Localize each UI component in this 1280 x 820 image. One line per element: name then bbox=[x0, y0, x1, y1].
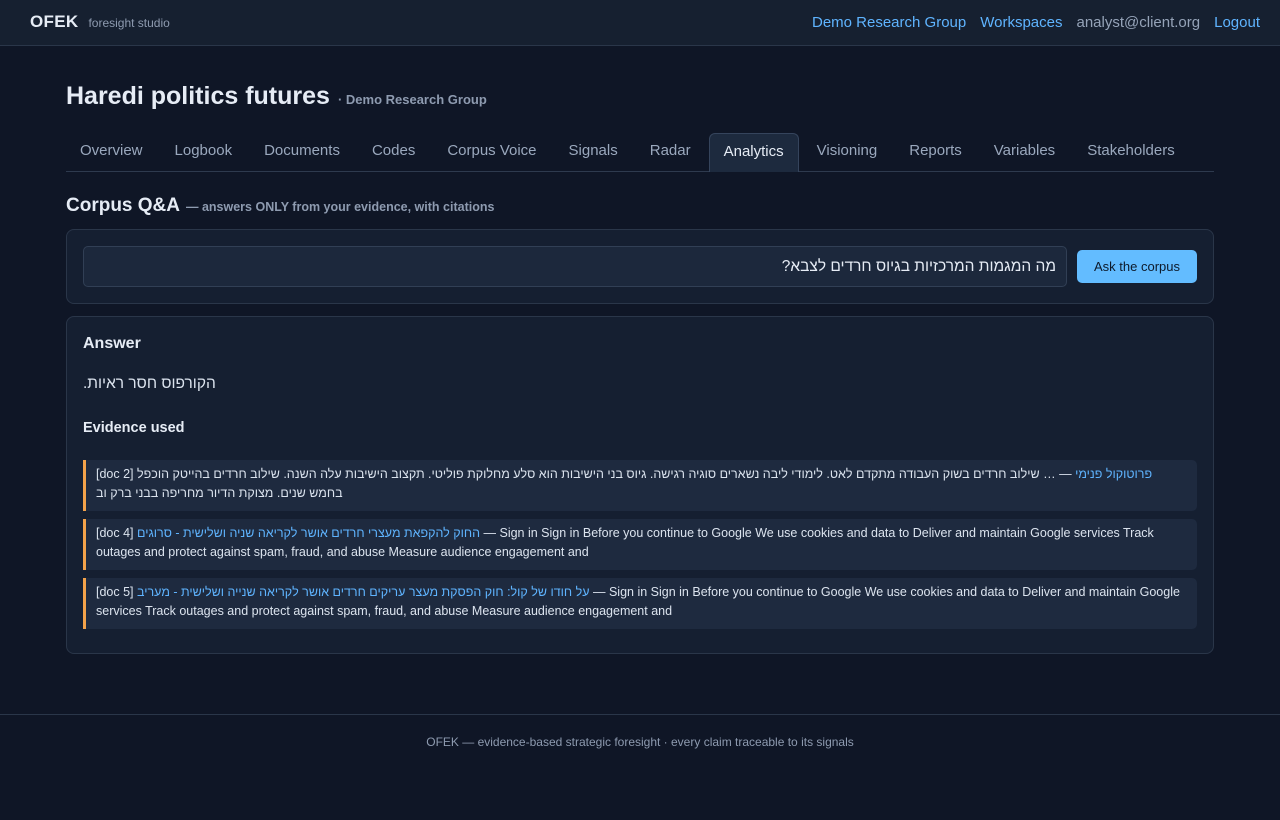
ask-corpus-button[interactable]: Ask the corpus bbox=[1077, 250, 1197, 283]
section-title: Corpus Q&A bbox=[66, 195, 180, 216]
tab-codes[interactable]: Codes bbox=[358, 133, 429, 171]
page-header: Haredi politics futures · Demo Research … bbox=[66, 82, 487, 111]
answer-heading: Answer bbox=[83, 335, 141, 352]
logout-link[interactable]: Logout bbox=[1214, 14, 1260, 31]
evidence-list: [doc 2] פרוטוקול פנימי — … שילוב חרדים ב… bbox=[83, 460, 1197, 637]
footer: OFEK — evidence-based strategic foresigh… bbox=[0, 714, 1280, 820]
footer-text: OFEK — evidence-based strategic foresigh… bbox=[426, 735, 854, 749]
tab-signals[interactable]: Signals bbox=[555, 133, 632, 171]
workspaces-link[interactable]: Workspaces bbox=[980, 14, 1062, 31]
tab-overview[interactable]: Overview bbox=[66, 133, 157, 171]
page-subtitle: · Demo Research Group bbox=[337, 92, 487, 107]
brand-name[interactable]: OFEK bbox=[30, 12, 78, 32]
tab-radar[interactable]: Radar bbox=[636, 133, 705, 171]
question-input[interactable] bbox=[83, 246, 1067, 287]
tab-reports[interactable]: Reports bbox=[895, 133, 976, 171]
tab-bar: Overview Logbook Documents Codes Corpus … bbox=[66, 133, 1214, 172]
tab-logbook[interactable]: Logbook bbox=[161, 133, 247, 171]
evidence-snippet: — … שילוב חרדים בשוק העבודה מתקדם לאט. ל… bbox=[96, 467, 1072, 500]
answer-text: הקורפוס חסר ראיות. bbox=[83, 375, 216, 392]
tab-corpus-voice[interactable]: Corpus Voice bbox=[433, 133, 550, 171]
evidence-doc-link[interactable]: פרוטוקול פנימי bbox=[1075, 467, 1152, 481]
evidence-item: [doc 5] על חודו של קול: חוק הפסקת מעצר ע… bbox=[83, 578, 1197, 629]
tab-documents[interactable]: Documents bbox=[250, 133, 354, 171]
evidence-heading: Evidence used bbox=[83, 420, 185, 436]
brand[interactable]: OFEK foresight studio bbox=[30, 12, 170, 32]
brand-tagline: foresight studio bbox=[88, 16, 170, 30]
section-header: Corpus Q&A — answers ONLY from your evid… bbox=[66, 195, 494, 217]
evidence-doc-tag: [doc 5] bbox=[96, 585, 134, 599]
answer-panel: Answer הקורפוס חסר ראיות. Evidence used … bbox=[66, 316, 1214, 654]
tab-stakeholders[interactable]: Stakeholders bbox=[1073, 133, 1189, 171]
page-title: Haredi politics futures bbox=[66, 82, 330, 110]
tab-variables[interactable]: Variables bbox=[980, 133, 1069, 171]
evidence-doc-link[interactable]: על חודו של קול: חוק הפסקת מעצר עריקים חר… bbox=[137, 585, 590, 599]
tab-visioning[interactable]: Visioning bbox=[803, 133, 892, 171]
evidence-item: [doc 4] החוק להקפאת מעצרי חרדים אושר לקר… bbox=[83, 519, 1197, 570]
group-link[interactable]: Demo Research Group bbox=[812, 14, 966, 31]
evidence-item: [doc 2] פרוטוקול פנימי — … שילוב חרדים ב… bbox=[83, 460, 1197, 511]
top-nav: Demo Research Group Workspaces analyst@c… bbox=[812, 14, 1260, 31]
tab-analytics[interactable]: Analytics bbox=[708, 133, 799, 172]
evidence-doc-link[interactable]: החוק להקפאת מעצרי חרדים אושר לקריאה שניה… bbox=[137, 526, 480, 540]
evidence-doc-tag: [doc 2] bbox=[96, 467, 134, 481]
ask-panel: Ask the corpus bbox=[66, 229, 1214, 304]
top-bar: OFEK foresight studio Demo Research Grou… bbox=[0, 0, 1280, 46]
user-email: analyst@client.org bbox=[1076, 14, 1201, 31]
evidence-doc-tag: [doc 4] bbox=[96, 526, 134, 540]
section-subtitle: — answers ONLY from your evidence, with … bbox=[186, 200, 495, 214]
